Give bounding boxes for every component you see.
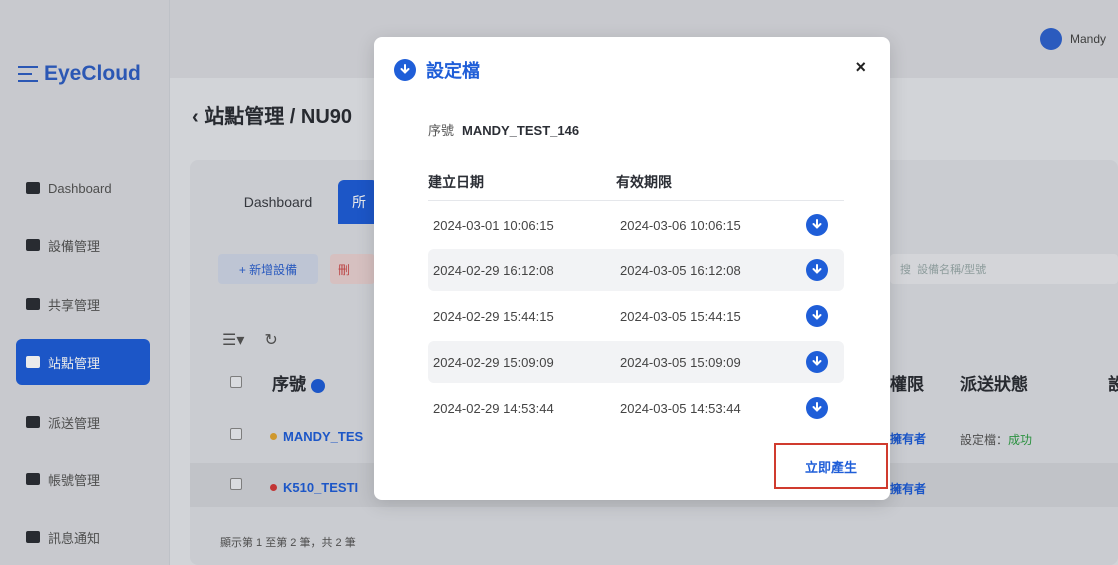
column-header-created: 建立日期 [428, 174, 484, 190]
list-item: 2024-02-29 14:53:44 2024-03-05 14:53:44 [428, 387, 844, 429]
generate-now-button[interactable]: 立即產生 [774, 443, 888, 489]
list-item: 2024-03-01 10:06:15 2024-03-06 10:06:15 [428, 204, 844, 246]
download-icon[interactable] [806, 259, 828, 281]
list-item: 2024-02-29 16:12:08 2024-03-05 16:12:08 [428, 249, 844, 291]
download-icon [394, 59, 416, 81]
modal-title: 設定檔 [394, 57, 480, 83]
close-icon[interactable]: × [855, 57, 866, 78]
list-item: 2024-02-29 15:44:15 2024-03-05 15:44:15 [428, 295, 844, 337]
column-header-expire: 有效期限 [616, 174, 672, 190]
divider [428, 200, 844, 201]
list-item: 2024-02-29 15:09:09 2024-03-05 15:09:09 [428, 341, 844, 383]
download-icon[interactable] [806, 305, 828, 327]
download-icon[interactable] [806, 397, 828, 419]
download-icon[interactable] [806, 351, 828, 373]
config-file-modal: 設定檔 × 序號 MANDY_TEST_146 建立日期 有效期限 2024-03… [374, 37, 890, 500]
modal-serial: 序號 MANDY_TEST_146 [428, 123, 580, 138]
download-icon[interactable] [806, 214, 828, 236]
